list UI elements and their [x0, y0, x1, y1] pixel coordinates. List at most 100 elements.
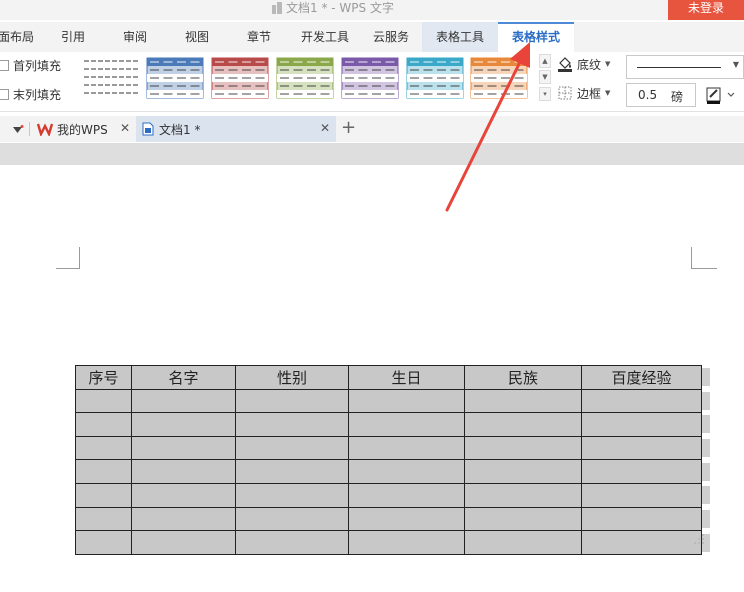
table-cell[interactable] [348, 412, 465, 437]
wps-logo-icon [37, 123, 53, 136]
table-cell[interactable] [581, 459, 702, 484]
table-styles-gallery [76, 54, 538, 104]
tab-cloud-services[interactable]: 云服务 [373, 22, 409, 52]
table-header-cell[interactable]: 百度经验 [581, 365, 702, 390]
table-cell[interactable] [75, 482, 132, 508]
tab-review[interactable]: 审阅 [123, 22, 147, 52]
table-cell[interactable] [131, 388, 236, 414]
table-row [75, 506, 702, 532]
tab-references[interactable]: 引用 [61, 22, 85, 52]
table-style-plain[interactable] [82, 57, 140, 99]
table-row [75, 435, 702, 461]
table-cell[interactable] [581, 435, 702, 461]
table-cell[interactable] [235, 435, 349, 461]
table-cell[interactable] [464, 412, 582, 437]
line-weight-dropdown[interactable]: 0.5 磅 [626, 83, 696, 107]
pin-icon[interactable] [12, 124, 24, 138]
shading-label: 底纹 [577, 57, 602, 72]
table-cell[interactable] [131, 506, 236, 532]
table-cell[interactable] [348, 482, 465, 508]
line-style-dropdown[interactable]: ▼ [626, 55, 744, 79]
pen-color-button[interactable] [706, 85, 742, 105]
table-cell[interactable] [235, 388, 349, 414]
table-cell[interactable] [131, 482, 236, 508]
table-style-cyan[interactable] [406, 57, 464, 99]
tab-developer-tools[interactable]: 开发工具 [301, 22, 349, 52]
table-cell[interactable] [348, 530, 465, 555]
table-row [75, 482, 702, 508]
table-cell[interactable] [131, 435, 236, 461]
table-cell[interactable] [348, 506, 465, 532]
table-header-cell[interactable]: 民族 [464, 365, 582, 390]
table-cell[interactable] [235, 459, 349, 484]
new-tab-button[interactable]: + [341, 119, 356, 137]
table-resize-handle-icon[interactable] [690, 532, 708, 550]
table-cell[interactable] [75, 435, 132, 461]
table-cell[interactable] [348, 388, 465, 414]
table-cell[interactable] [581, 530, 702, 555]
table-cell[interactable] [131, 412, 236, 437]
document-table[interactable]: 序号 名字 性别 生日 民族 百度经验 [75, 365, 702, 555]
table-cell[interactable] [464, 506, 582, 532]
table-cell[interactable] [464, 435, 582, 461]
gallery-scroll-up[interactable]: ▲ [539, 54, 551, 68]
gallery-more[interactable]: ▾ [539, 87, 551, 101]
table-cell[interactable] [464, 388, 582, 414]
gallery-scroll-down[interactable]: ▼ [539, 70, 551, 84]
login-button[interactable]: 未登录 [668, 0, 744, 20]
table-cell[interactable] [464, 530, 582, 555]
tab-view[interactable]: 视图 [185, 22, 209, 52]
close-icon[interactable]: ✕ [120, 121, 130, 135]
checkbox-box [0, 88, 9, 100]
table-cell[interactable] [75, 412, 132, 437]
table-cell[interactable] [464, 459, 582, 484]
table-header-cell[interactable]: 序号 [75, 365, 132, 390]
table-cell[interactable] [75, 506, 132, 532]
table-cell[interactable] [235, 506, 349, 532]
table-style-orange[interactable] [470, 57, 528, 99]
border-button[interactable]: 边框 ▼ [557, 84, 610, 102]
tab-table-style[interactable]: 表格样式 [498, 22, 574, 52]
shading-button[interactable]: 底纹 ▼ [557, 55, 610, 73]
pen-icon [706, 87, 735, 104]
chevron-down-icon: ▼ [605, 60, 611, 68]
table-cell[interactable] [348, 459, 465, 484]
tab-my-wps[interactable]: 我的WPS ✕ [34, 116, 136, 142]
table-cell[interactable] [75, 388, 132, 414]
table-style-blue[interactable] [146, 57, 204, 99]
tab-document-1-label: 文档1 * [159, 122, 201, 137]
table-header-cell[interactable]: 性别 [235, 365, 349, 390]
table-cell[interactable] [581, 412, 702, 437]
table-cell[interactable] [235, 530, 349, 555]
table-cell[interactable] [75, 530, 132, 555]
table-style-purple[interactable] [341, 57, 399, 99]
table-cell[interactable] [131, 459, 236, 484]
first-column-fill-label: 首列填充 [13, 58, 62, 73]
table-header-cell[interactable]: 生日 [348, 365, 465, 390]
tab-page-layout[interactable]: 面布局 [0, 22, 34, 52]
table-cell[interactable] [581, 506, 702, 532]
table-style-red[interactable] [211, 57, 269, 99]
table-cell[interactable] [581, 482, 702, 508]
tab-table-tools[interactable]: 表格工具 [422, 22, 498, 52]
close-icon[interactable]: ✕ [320, 121, 330, 135]
table-cell[interactable] [581, 388, 702, 414]
first-column-fill-checkbox[interactable]: 首列填充 [0, 57, 61, 73]
table-cell[interactable] [131, 530, 236, 555]
document-tab-bar: 我的WPS ✕ 文档1 * ✕ [0, 116, 744, 142]
table-header-cell[interactable]: 名字 [131, 365, 236, 390]
table-header-row: 序号 名字 性别 生日 民族 百度经验 [75, 365, 702, 390]
table-row [75, 388, 702, 414]
table-cell[interactable] [235, 412, 349, 437]
table-cell[interactable] [75, 459, 132, 484]
tab-section[interactable]: 章节 [247, 22, 271, 52]
last-column-fill-checkbox[interactable]: 末列填充 [0, 86, 61, 102]
table-cell[interactable] [348, 435, 465, 461]
table-cell[interactable] [235, 482, 349, 508]
table-cell[interactable] [464, 482, 582, 508]
border-icon [558, 86, 572, 100]
chevron-down-icon: ▼ [732, 60, 739, 69]
window-title: 文档1 * - WPS 文字 [272, 0, 394, 16]
tab-document-1[interactable]: 文档1 * ✕ [136, 116, 336, 142]
table-style-green[interactable] [276, 57, 334, 99]
